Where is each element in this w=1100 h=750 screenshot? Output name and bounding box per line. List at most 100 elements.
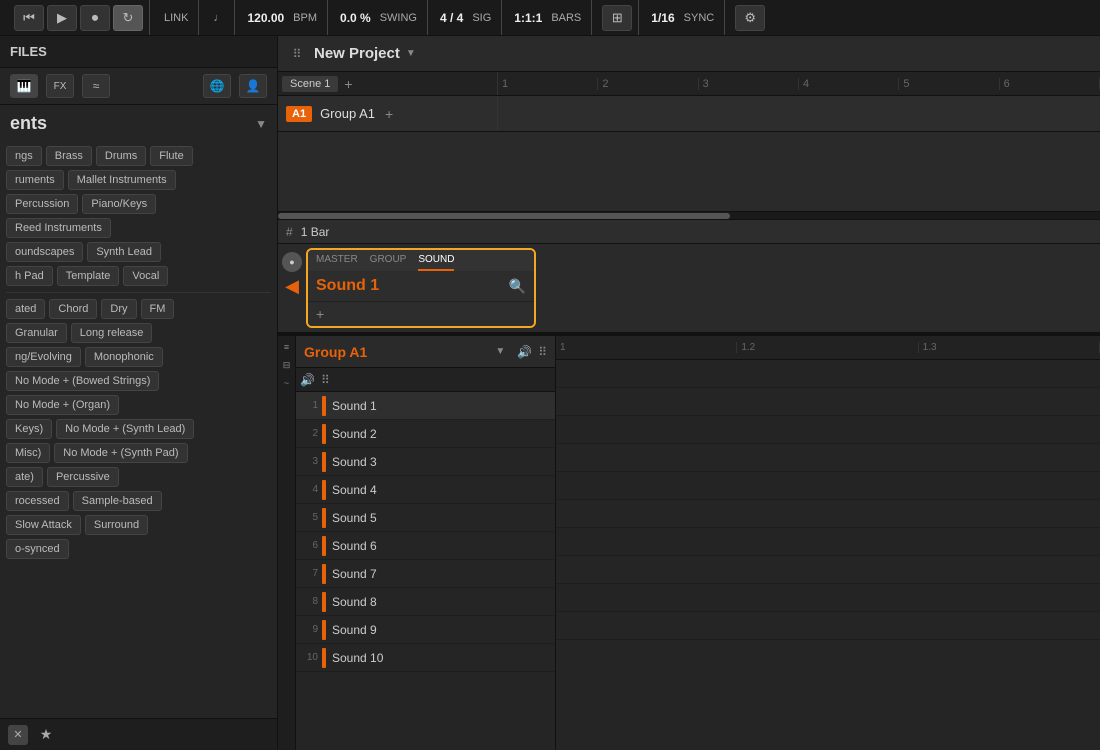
tag-long-release[interactable]: Long release [71,323,153,343]
bpm-value[interactable]: 120.00 [245,11,286,25]
tag-monophonic[interactable]: Monophonic [85,347,163,367]
rewind-button[interactable]: ⏮ [14,5,44,31]
pattern-row-4[interactable] [556,444,1100,472]
tag-granular[interactable]: Granular [6,323,67,343]
power-button[interactable]: ● [282,252,302,272]
sound-item-5[interactable]: 5 Sound 5 [296,504,555,532]
close-button[interactable]: ✕ [8,725,28,745]
sound-item-3[interactable]: 3 Sound 3 [296,448,555,476]
pattern-ctrl-menu[interactable]: ≡ [280,340,294,354]
tag-template[interactable]: Template [57,266,120,286]
user-icon-btn[interactable]: 👤 [239,74,267,98]
pattern-row-8[interactable] [556,556,1100,584]
scene-add-button[interactable]: + [344,76,352,92]
sound-item-7[interactable]: 7 Sound 7 [296,560,555,588]
tag-strings[interactable]: ngs [6,146,42,166]
project-dropdown-icon[interactable]: ▼ [406,48,416,59]
list-grid-icon[interactable]: ⠿ [321,373,330,387]
sound-item-9[interactable]: 9 Sound 9 [296,616,555,644]
star-button[interactable]: ★ [36,725,56,745]
tag-instruments[interactable]: ruments [6,170,64,190]
tab-sound[interactable]: SOUND [418,254,454,271]
pattern-row-9[interactable] [556,584,1100,612]
group-panel-dropdown[interactable]: ▼ [495,346,505,357]
sound-search-icon[interactable]: 🔍 [509,278,526,295]
swing-value[interactable]: 0.0 % [338,11,373,25]
tag-synth-pad[interactable]: h Pad [6,266,53,286]
tag-bowed-strings[interactable]: No Mode + (Bowed Strings) [6,371,159,391]
pattern-row-10[interactable] [556,612,1100,640]
tag-slow-attack[interactable]: Slow Attack [6,515,81,535]
tag-brass[interactable]: Brass [46,146,92,166]
sound-item-4[interactable]: 4 Sound 4 [296,476,555,504]
tag-reed[interactable]: Reed Instruments [6,218,111,238]
tag-surround[interactable]: Surround [85,515,148,535]
tag-organ[interactable]: No Mode + (Organ) [6,395,119,415]
pattern-row-1[interactable] [556,360,1100,388]
sig-group: 4 / 4 SIG [432,0,502,35]
wave-icon-btn[interactable]: ≈ [82,74,110,98]
pattern-row-6[interactable] [556,500,1100,528]
sound-item-name-3: Sound 3 [332,455,377,469]
tag-synth-lead2[interactable]: No Mode + (Synth Lead) [56,419,194,439]
piano-icon-btn[interactable]: 🎹 [10,74,38,98]
arranger-group-timeline [498,96,1100,131]
group-speaker-icon[interactable]: 🔊 [517,345,532,359]
tag-misc[interactable]: Misc) [6,443,50,463]
arranger-scroll-thumb[interactable] [278,213,730,219]
arrow-left-icon[interactable]: ◀ [282,276,302,296]
sync-value[interactable]: 1/16 [649,11,676,25]
bars-value[interactable]: 1:1:1 [512,11,544,25]
tag-drums[interactable]: Drums [96,146,146,166]
tag-dry[interactable]: Dry [101,299,136,319]
scene-1-button[interactable]: Scene 1 [282,76,338,92]
globe-icon-btn[interactable]: 🌐 [203,74,231,98]
sound-item-2[interactable]: 2 Sound 2 [296,420,555,448]
instruments-dropdown-icon[interactable]: ▼ [255,117,267,131]
record-button[interactable]: ⏺ [80,5,110,31]
tags-row-8: Granular Long release [6,323,271,343]
expand-button[interactable]: ⊞ [602,5,632,31]
pattern-row-2[interactable] [556,388,1100,416]
sound-item-6[interactable]: 6 Sound 6 [296,532,555,560]
list-speaker-icon[interactable]: 🔊 [300,373,315,387]
sound-item-10[interactable]: 10 Sound 10 [296,644,555,672]
loop-button[interactable]: ↻ [113,5,143,31]
tag-ate[interactable]: ate) [6,467,43,487]
sound-add-button[interactable]: + [316,306,324,322]
pattern-ctrl-scope[interactable]: ~ [280,376,294,390]
pattern-row-3[interactable] [556,416,1100,444]
tag-vocal[interactable]: Vocal [123,266,168,286]
tag-synth-pad2[interactable]: No Mode + (Synth Pad) [54,443,187,463]
arranger-scrollbar[interactable] [278,212,1100,220]
fx-icon-btn[interactable]: FX [46,74,74,98]
tag-piano[interactable]: Piano/Keys [82,194,156,214]
tag-sample-based[interactable]: Sample-based [73,491,162,511]
tag-ated[interactable]: ated [6,299,45,319]
group-add-button[interactable]: + [385,106,393,122]
tag-percussion[interactable]: Percussion [6,194,78,214]
sig-value[interactable]: 4 / 4 [438,11,465,25]
play-button[interactable]: ▶ [47,5,77,31]
tab-master[interactable]: MASTER [316,254,358,271]
tag-fm[interactable]: FM [141,299,175,319]
settings-button[interactable]: ⚙ [735,5,765,31]
group-grid-icon[interactable]: ⠿ [538,345,547,359]
pattern-row-5[interactable] [556,472,1100,500]
tag-percussive[interactable]: Percussive [47,467,119,487]
sound-item-8[interactable]: 8 Sound 8 [296,588,555,616]
tag-processed[interactable]: rocessed [6,491,69,511]
pattern-row-7[interactable] [556,528,1100,556]
tag-soundscapes[interactable]: oundscapes [6,242,83,262]
tag-chord[interactable]: Chord [49,299,97,319]
tag-evolving[interactable]: ng/Evolving [6,347,81,367]
arranger-grid-icon[interactable]: ⠿ [288,47,306,61]
sound-item-1[interactable]: 1 Sound 1 [296,392,555,420]
pattern-ctrl-mixer[interactable]: ⊟ [280,358,294,372]
tag-synced[interactable]: o-synced [6,539,69,559]
tag-keys[interactable]: Keys) [6,419,52,439]
tag-mallet[interactable]: Mallet Instruments [68,170,176,190]
tag-synth-lead[interactable]: Synth Lead [87,242,161,262]
tab-group[interactable]: GROUP [370,254,407,271]
tag-flute[interactable]: Flute [150,146,192,166]
